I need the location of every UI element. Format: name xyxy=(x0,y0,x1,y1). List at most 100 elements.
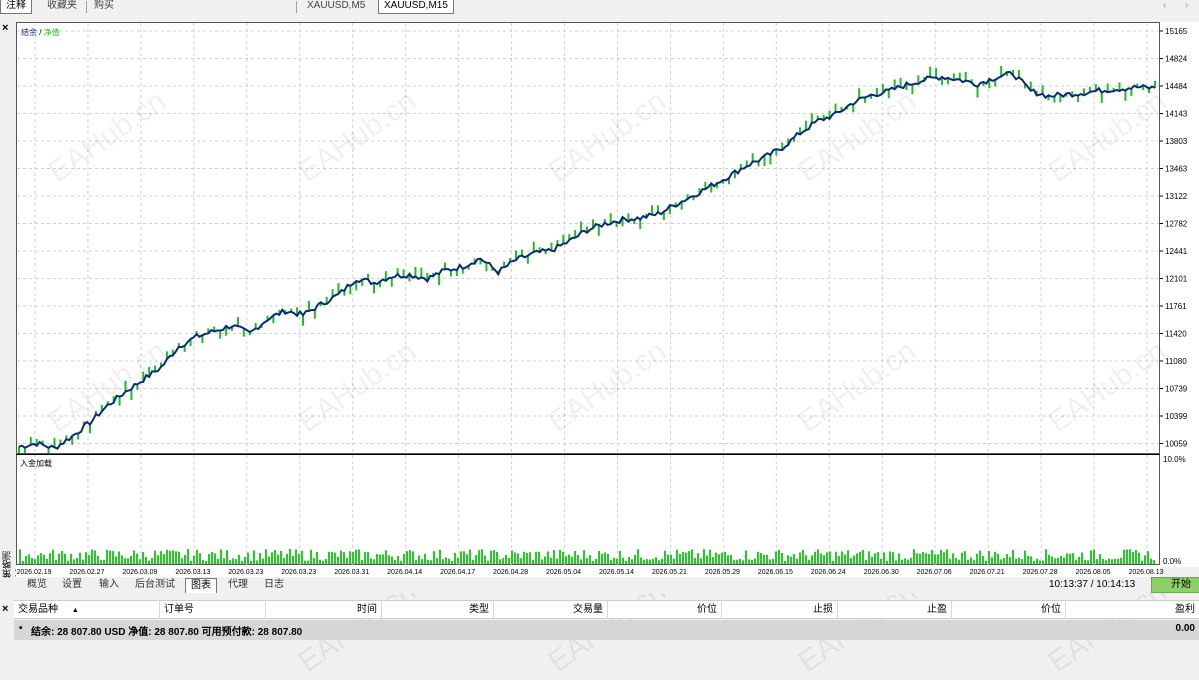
tab-inputs[interactable]: 输入 xyxy=(94,578,124,593)
deposit-load-bar xyxy=(823,555,825,564)
deposit-load-bar xyxy=(580,559,582,564)
tab-purchase[interactable]: 购买 xyxy=(89,0,119,14)
deposit-load-bar xyxy=(439,549,441,564)
deposit-load-bar xyxy=(340,550,342,564)
deposit-load-bar xyxy=(1015,558,1017,564)
deposit-load-bar xyxy=(106,549,108,564)
deposit-load-bar xyxy=(919,553,921,564)
scroll-right-icon[interactable]: › xyxy=(1180,0,1193,14)
close-icon[interactable]: × xyxy=(2,603,8,615)
deposit-load-bar xyxy=(874,553,876,564)
deposit-load-bar xyxy=(421,559,423,564)
tab-agents[interactable]: 代理 xyxy=(223,578,253,593)
deposit-load-bar xyxy=(322,560,324,564)
deposit-load-bar xyxy=(235,559,237,564)
deposit-load-bar xyxy=(265,549,267,564)
tab-favorites[interactable]: 收藏夹 xyxy=(42,0,82,14)
deposit-load-bar xyxy=(412,551,414,564)
deposit-load-bar xyxy=(127,558,129,564)
deposit-load-bar xyxy=(673,558,675,564)
deposit-load-bar xyxy=(646,559,648,564)
deposit-load-bar xyxy=(814,551,816,564)
tab-settings[interactable]: 设置 xyxy=(57,578,87,593)
deposit-load-bar xyxy=(817,549,819,564)
deposit-load-bar xyxy=(790,556,792,564)
deposit-load-bar xyxy=(682,551,684,564)
x-tick-label: 2026.05.21 xyxy=(652,569,687,576)
x-tick-label: 2026.06.15 xyxy=(758,569,793,576)
deposit-load-bar xyxy=(238,554,240,564)
scroll-left-icon[interactable]: ‹ xyxy=(1158,0,1171,14)
deposit-load-bar xyxy=(1138,552,1140,564)
deposit-load-bar xyxy=(364,552,366,564)
column-take-profit[interactable]: 止盈 xyxy=(838,601,952,619)
deposit-load-bar xyxy=(1054,558,1056,564)
balance-summary-row: • 结余: 28 807.80 USD 净值: 28 807.80 可用预付款:… xyxy=(14,620,1199,640)
deposit-load-bar xyxy=(148,560,150,564)
deposit-load-bar xyxy=(259,552,261,564)
close-icon[interactable]: × xyxy=(2,22,8,34)
column-profit[interactable]: 盈利 xyxy=(1066,601,1199,619)
tab-chart-xauusd-m5[interactable]: XAUUSD,M5 xyxy=(302,0,370,14)
deposit-load-bar xyxy=(253,550,255,564)
deposit-load-bar xyxy=(841,551,843,564)
deposit-load-bar xyxy=(949,558,951,564)
deposit-load-bar xyxy=(1078,556,1080,564)
deposit-load-bar xyxy=(346,557,348,564)
deposit-load-bar xyxy=(184,554,186,564)
column-price[interactable]: 价位 xyxy=(608,601,722,619)
deposit-load-bar xyxy=(1135,550,1137,564)
deposit-load-bar xyxy=(67,560,69,564)
tab-overview[interactable]: 概览 xyxy=(22,578,52,593)
deposit-load-bar xyxy=(889,551,891,564)
deposit-load-bar xyxy=(442,559,444,564)
column-type[interactable]: 类型 xyxy=(382,601,494,619)
deposit-load-bar xyxy=(706,555,708,564)
deposit-load-bar xyxy=(559,549,561,564)
x-tick-label: 2026.03.09 xyxy=(122,569,157,576)
tab-chart-xauusd-m15[interactable]: XAUUSD,M15 xyxy=(378,0,454,14)
deposit-load-bar xyxy=(52,549,54,564)
deposit-load-bar xyxy=(211,551,213,564)
column-time[interactable]: 时间 xyxy=(266,601,382,619)
start-button[interactable]: 开始 xyxy=(1151,577,1199,593)
deposit-load-bar xyxy=(526,553,528,564)
deposit-load-bar xyxy=(649,559,651,564)
y-tick-label: 14484 xyxy=(1165,82,1188,91)
deposit-load-bar xyxy=(871,556,873,564)
deposit-load-bar xyxy=(139,559,141,564)
deposit-load-bar xyxy=(952,553,954,564)
tab-graph[interactable]: 图表 xyxy=(185,578,217,593)
deposit-load-bar xyxy=(214,553,216,564)
orders-table-header: × 交易品种 ▲ 订单号 时间 类型 交易量 价位 止损 止盈 价位 盈利 xyxy=(2,600,1199,619)
deposit-load-bar xyxy=(43,554,45,564)
x-tick-label: 2026.04.14 xyxy=(387,569,422,576)
balance-line xyxy=(18,70,1156,450)
deposit-load-bar xyxy=(757,551,759,564)
tab-journal[interactable]: 日志 xyxy=(259,578,289,593)
deposit-load-bar xyxy=(820,553,822,564)
x-tick-label: 2026.03.23 xyxy=(228,569,263,576)
column-current-price[interactable]: 价位 xyxy=(952,601,1066,619)
x-tick-label: 2026.07.21 xyxy=(970,569,1005,576)
deposit-load-bar xyxy=(916,553,918,564)
tab-notes[interactable]: 注释 xyxy=(0,0,32,14)
deposit-load-bar xyxy=(976,553,978,564)
deposit-load-bar xyxy=(181,558,183,564)
column-stop-loss[interactable]: 止损 xyxy=(722,601,838,619)
column-volume[interactable]: 交易量 xyxy=(494,601,608,619)
deposit-load-bar xyxy=(1027,555,1029,564)
deposit-load-bar xyxy=(115,556,117,564)
deposit-load-bar xyxy=(136,553,138,564)
column-symbol[interactable]: 交易品种 ▲ xyxy=(14,601,160,619)
deposit-load-bar xyxy=(562,551,564,564)
tab-backtest[interactable]: 后台测试 xyxy=(130,578,180,593)
deposit-load-bar xyxy=(415,560,417,564)
deposit-load-bar xyxy=(589,555,591,564)
deposit-load-bar xyxy=(724,551,726,564)
column-order[interactable]: 订单号 xyxy=(160,601,266,619)
deposit-load-bar xyxy=(73,559,75,564)
deposit-load-bar xyxy=(892,552,894,564)
deposit-load-bar xyxy=(751,559,753,564)
deposit-load-bar xyxy=(745,550,747,564)
